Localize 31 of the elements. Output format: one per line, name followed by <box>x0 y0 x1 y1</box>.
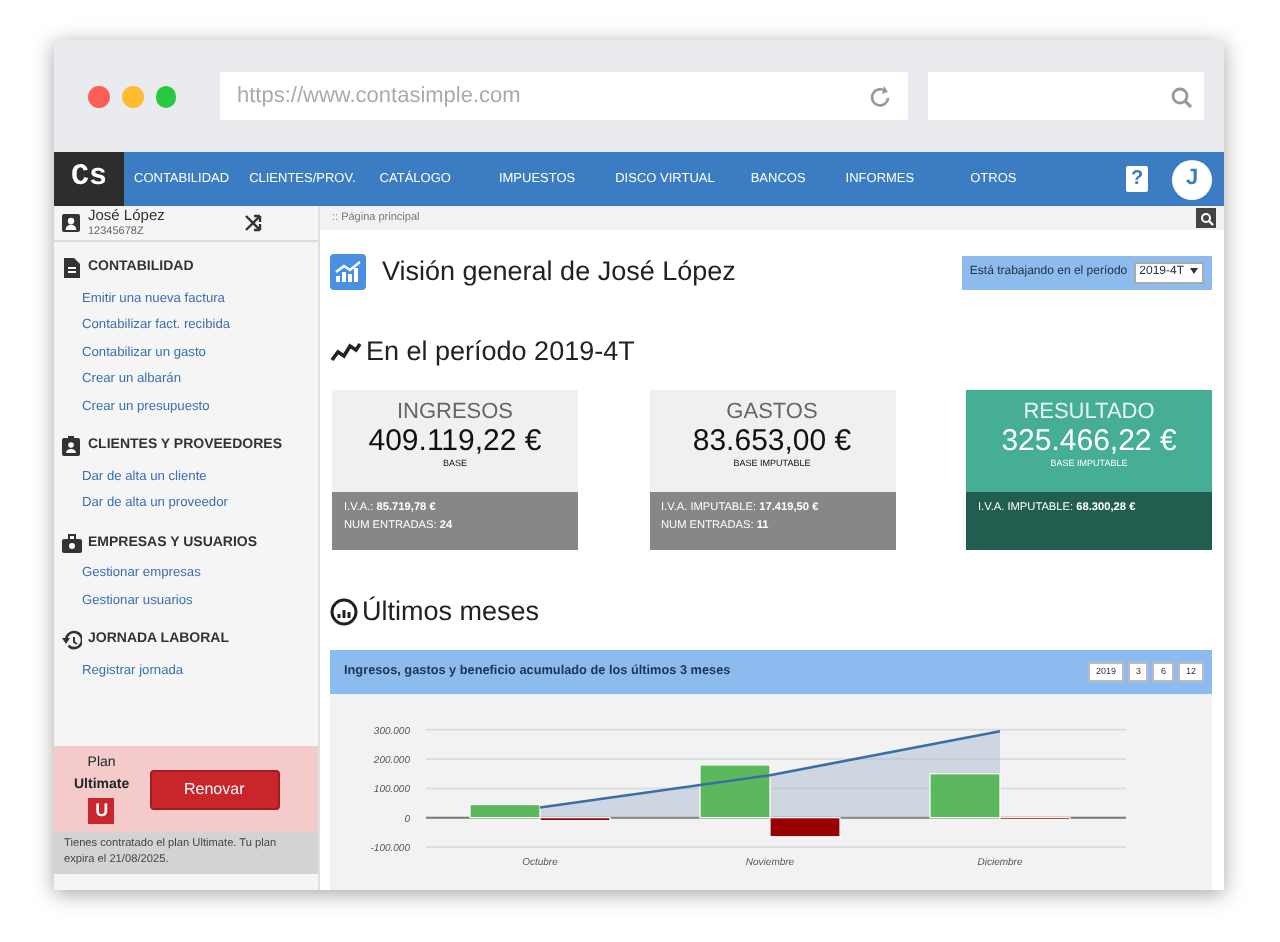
help-button[interactable]: ? <box>1126 166 1148 192</box>
page-title: Visión general de José López <box>382 254 736 291</box>
chart-icon <box>330 597 358 626</box>
search-field[interactable] <box>928 72 1205 120</box>
window-control-icon <box>121 85 144 107</box>
search-button[interactable] <box>1196 208 1216 229</box>
chart-icon <box>330 254 366 291</box>
plan-badge: U <box>88 798 115 825</box>
window-control-icon <box>155 85 177 107</box>
reload-icon[interactable] <box>868 84 893 108</box>
section-title: En el período 2019-4T <box>366 333 635 370</box>
shuffle-icon[interactable] <box>244 212 262 234</box>
document-icon <box>62 258 82 279</box>
renew-button[interactable]: Renovar <box>149 769 280 810</box>
avatar[interactable]: J <box>1172 159 1212 199</box>
card-title: RESULTADO <box>1021 399 1157 424</box>
card-title: GASTOS <box>724 399 820 424</box>
history-icon <box>62 630 82 651</box>
user-icon <box>62 214 80 232</box>
card-title: INGRESOS <box>394 399 516 424</box>
search-icon <box>1170 85 1193 107</box>
card-amount: 409.119,22 € <box>366 423 544 459</box>
briefcase-icon <box>62 533 82 554</box>
card-amount: 325.466,22 € <box>999 423 1179 459</box>
caret-icon <box>1190 267 1198 274</box>
clipboard-icon <box>62 436 82 457</box>
window-control-icon <box>88 85 110 107</box>
section-title: Últimos meses <box>362 593 540 630</box>
logo[interactable]: Cs <box>54 152 124 206</box>
card-amount: 83.653,00 € <box>690 423 854 459</box>
trend-icon <box>330 338 362 365</box>
